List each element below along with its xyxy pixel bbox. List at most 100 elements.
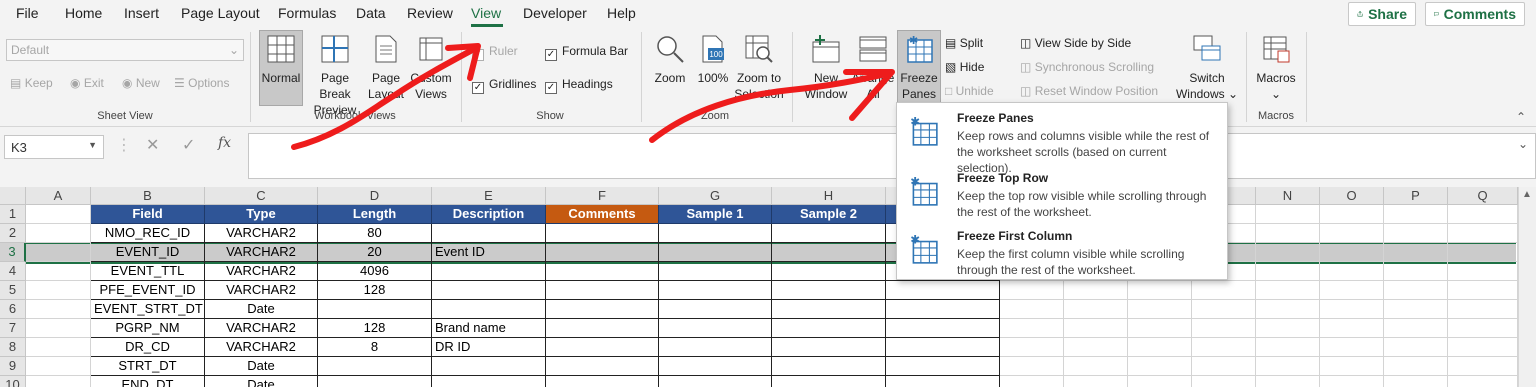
expand-formula-bar-icon[interactable]: ⌄ [1518,137,1528,151]
menu-item-freeze-top-row[interactable]: ✱ Freeze Top Row Keep the top row visibl… [897,163,1227,219]
cell[interactable] [26,262,91,281]
table-cell[interactable] [546,338,659,357]
table-cell[interactable] [546,376,659,387]
cell[interactable] [1384,243,1448,262]
cell[interactable] [1448,357,1518,376]
options-button[interactable]: ☰ Options [174,76,229,90]
table-cell[interactable]: VARCHAR2 [205,224,318,243]
table-cell[interactable] [886,319,1000,338]
column-header-c[interactable]: C [205,187,318,205]
table-cell[interactable] [659,281,772,300]
cell[interactable] [1192,357,1256,376]
table-cell[interactable]: END_DT [91,376,205,387]
table-cell[interactable] [432,281,546,300]
cell[interactable] [1320,357,1384,376]
cell[interactable] [1256,243,1320,262]
cell[interactable] [1384,262,1448,281]
cell[interactable] [26,376,91,387]
cell[interactable] [1448,376,1518,387]
table-cell[interactable] [659,357,772,376]
table-header-cell[interactable]: Sample 1 [659,205,772,224]
row-header-8[interactable]: 8 [0,338,26,357]
table-cell[interactable]: VARCHAR2 [205,281,318,300]
cell[interactable] [1000,357,1064,376]
cell[interactable] [1064,338,1128,357]
cell[interactable] [1320,338,1384,357]
table-cell[interactable]: DR_CD [91,338,205,357]
table-cell[interactable]: NMO_REC_ID [91,224,205,243]
cell[interactable] [1064,281,1128,300]
table-cell[interactable] [772,224,886,243]
formula-bar-checkbox[interactable]: ✓ Formula Bar [545,44,628,61]
table-cell[interactable] [886,376,1000,387]
column-header-d[interactable]: D [318,187,432,205]
row-header-3[interactable]: 3 [0,243,26,262]
row-header-1[interactable]: 1 [0,205,26,224]
cell[interactable] [26,357,91,376]
row-header-7[interactable]: 7 [0,319,26,338]
custom-views-button[interactable]: Custom Views [406,34,456,102]
cell[interactable] [1448,224,1518,243]
table-cell[interactable]: Event ID [432,243,546,262]
cell[interactable] [1192,338,1256,357]
table-cell[interactable] [432,357,546,376]
cell[interactable] [1384,319,1448,338]
cell[interactable] [1256,262,1320,281]
table-cell[interactable]: STRT_DT [91,357,205,376]
cell[interactable] [1320,300,1384,319]
tab-page-layout[interactable]: Page Layout [181,5,260,21]
table-cell[interactable]: VARCHAR2 [205,319,318,338]
synchronous-scrolling-button[interactable]: ◫ Synchronous Scrolling [1020,60,1154,74]
cell[interactable] [1256,338,1320,357]
cell[interactable] [1064,357,1128,376]
table-header-cell[interactable]: Description [432,205,546,224]
cell[interactable] [1320,376,1384,387]
row-header-10[interactable]: 10 [0,376,26,387]
reset-window-position-button[interactable]: ◫ Reset Window Position [1020,84,1158,98]
table-cell[interactable] [546,357,659,376]
cell[interactable] [26,300,91,319]
tab-developer[interactable]: Developer [523,5,587,21]
switch-windows-button[interactable]: Switch Windows ⌄ [1172,34,1242,102]
tab-help[interactable]: Help [607,5,636,21]
comments-button[interactable]: Comments [1425,2,1525,26]
zoom-button[interactable]: Zoom [650,34,690,86]
cell[interactable] [1320,319,1384,338]
cell[interactable] [1192,319,1256,338]
menu-item-freeze-panes[interactable]: ✱ Freeze Panes Keep rows and columns vis… [897,103,1227,175]
cell[interactable] [1000,376,1064,387]
page-break-preview-button[interactable]: Page Break Preview [304,34,366,118]
cell[interactable] [1064,376,1128,387]
tab-formulas[interactable]: Formulas [278,5,336,21]
unhide-button[interactable]: □ Unhide [945,84,994,98]
table-cell[interactable]: VARCHAR2 [205,338,318,357]
vertical-scrollbar[interactable]: ▲ [1518,187,1536,387]
table-cell[interactable] [659,338,772,357]
select-all-corner[interactable] [0,187,26,205]
table-cell[interactable] [546,262,659,281]
table-cell[interactable]: VARCHAR2 [205,243,318,262]
table-cell[interactable] [886,300,1000,319]
cell[interactable] [1192,281,1256,300]
new-view-button[interactable]: ◉ New [122,76,160,90]
row-header-6[interactable]: 6 [0,300,26,319]
tab-file[interactable]: File [16,5,39,21]
table-cell[interactable] [772,357,886,376]
table-cell[interactable]: 4096 [318,262,432,281]
ruler-checkbox[interactable]: ✓ Ruler [472,44,518,61]
table-cell[interactable]: Brand name [432,319,546,338]
cell[interactable] [1384,357,1448,376]
cell[interactable] [26,224,91,243]
table-cell[interactable]: 8 [318,338,432,357]
cell[interactable] [1448,262,1518,281]
column-header-b[interactable]: B [91,187,205,205]
table-cell[interactable] [659,319,772,338]
hide-button[interactable]: ▧ Hide [945,60,984,74]
formula-input[interactable] [248,133,1536,179]
table-cell[interactable] [546,281,659,300]
share-button[interactable]: Share [1348,2,1416,26]
table-cell[interactable] [772,319,886,338]
cell[interactable] [1256,205,1320,224]
name-box[interactable]: K3 ▼ [4,135,104,159]
headings-checkbox[interactable]: ✓ Headings [545,77,613,94]
